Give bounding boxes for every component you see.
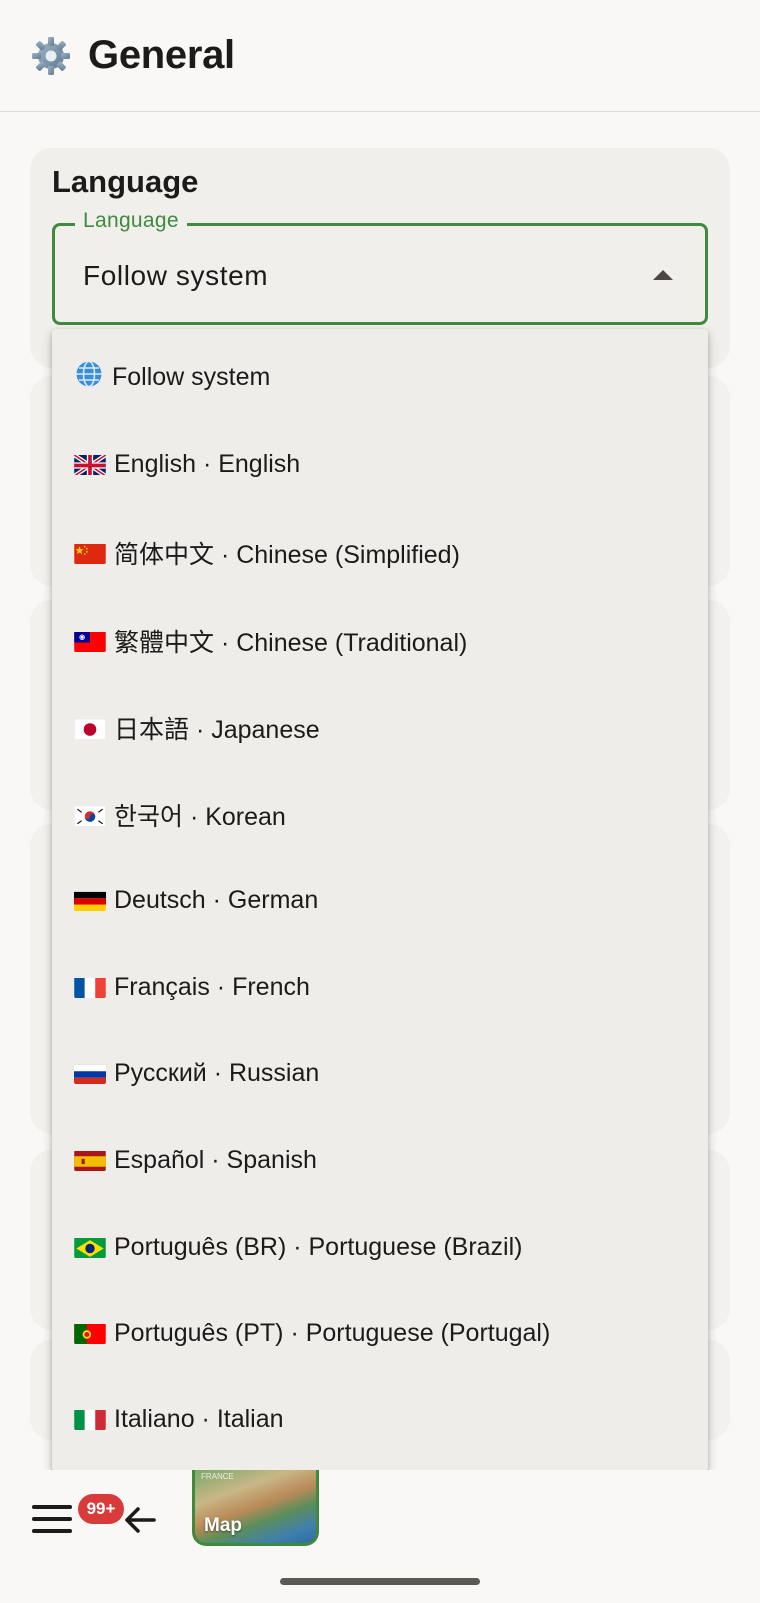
menu-item-german[interactable]: Deutsch · German — [52, 856, 708, 944]
map-thumbnail-button[interactable]: FRANCE Map — [192, 1470, 319, 1546]
flag-es-icon — [74, 1150, 106, 1171]
flag-kr-icon — [74, 805, 106, 826]
flag-ru-icon — [74, 1063, 106, 1084]
home-indicator[interactable] — [280, 1578, 480, 1585]
menu-item-italian[interactable]: Italiano · Italian — [52, 1375, 708, 1463]
notification-badge: 99+ — [78, 1494, 124, 1524]
menu-item-label: Français · French — [114, 972, 310, 1001]
menu-item-label: Follow system — [112, 362, 271, 391]
menu-item-label: Deutsch · German — [114, 885, 319, 914]
settings-screen: General Language Language Follow system … — [0, 0, 760, 1603]
menu-item-spanish[interactable]: Español · Spanish — [52, 1116, 708, 1204]
menu-item-portuguese-brazil[interactable]: Português (BR) · Portuguese (Brazil) — [52, 1203, 708, 1291]
top-app-bar: General — [0, 0, 760, 112]
menu-item-korean[interactable]: 한국어 · Korean — [52, 771, 708, 859]
globe-icon — [74, 360, 104, 395]
menu-item-label: Português (PT) · Portuguese (Portugal) — [114, 1318, 551, 1347]
menu-item-chinese-traditional[interactable]: 繁體中文 · Chinese (Traditional) — [52, 597, 708, 685]
language-dropdown-menu: Follow system English · English 简体中文 · C… — [52, 329, 708, 1471]
language-select-value: Follow system — [83, 260, 269, 291]
hamburger-icon — [32, 1505, 72, 1509]
menu-item-follow-system[interactable]: Follow system — [52, 333, 708, 421]
caret-up-icon[interactable] — [653, 270, 673, 280]
menu-item-label: 한국어 · Korean — [114, 803, 286, 831]
menu-item-label: 繁體中文 · Chinese (Traditional) — [114, 629, 468, 657]
menu-item-label: Português (BR) · Portuguese (Brazil) — [114, 1232, 523, 1261]
language-select-label: Language — [75, 209, 187, 233]
flag-gb-icon — [74, 453, 106, 475]
arrow-back-icon[interactable] — [120, 1500, 160, 1540]
map-label: Map — [204, 1515, 242, 1536]
map-region-label: FRANCE — [201, 1472, 234, 1481]
menu-item-label: Italiano · Italian — [114, 1404, 284, 1433]
flag-fr-icon — [74, 977, 106, 998]
menu-item-french[interactable]: Français · French — [52, 943, 708, 1031]
hamburger-menu-button[interactable]: 99+ — [30, 1494, 124, 1544]
gear-icon — [32, 36, 70, 75]
flag-de-icon — [74, 890, 106, 911]
flag-it-icon — [74, 1409, 106, 1430]
menu-item-label: Español · Spanish — [114, 1145, 317, 1174]
flag-br-icon — [74, 1237, 106, 1258]
menu-item-label: 日本語 · Japanese — [114, 716, 320, 744]
menu-item-japanese[interactable]: 日本語 · Japanese — [52, 684, 708, 772]
flag-pt-icon — [74, 1323, 106, 1344]
menu-item-label: 简体中文 · Chinese (Simplified) — [114, 541, 460, 569]
section-title: Language — [52, 164, 199, 199]
menu-item-english[interactable]: English · English — [52, 420, 708, 508]
flag-jp-icon — [74, 718, 106, 739]
flag-cn-icon — [74, 543, 106, 564]
menu-item-russian[interactable]: Русский · Russian — [52, 1029, 708, 1117]
menu-item-label: Русский · Russian — [114, 1058, 320, 1087]
menu-item-portuguese-portugal[interactable]: Português (PT) · Portuguese (Portugal) — [52, 1289, 708, 1377]
flag-tw-icon — [74, 631, 106, 652]
menu-item-label: English · English — [114, 449, 301, 478]
language-select[interactable]: Language Follow system — [52, 209, 708, 325]
page-title: General — [88, 33, 235, 77]
bottom-navigation-bar: 99+ FRANCE Map — [0, 1470, 760, 1603]
menu-item-chinese-simplified[interactable]: 简体中文 · Chinese (Simplified) — [52, 509, 708, 597]
